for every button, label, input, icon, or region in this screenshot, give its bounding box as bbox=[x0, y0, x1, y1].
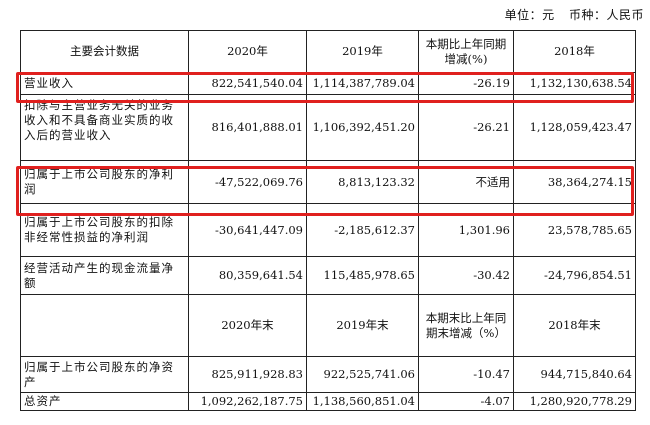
cell-2019: 1,114,387,789.04 bbox=[306, 72, 419, 95]
cell-2020: -47,522,069.76 bbox=[188, 160, 307, 204]
table-row: 总资产 1,092,262,187.75 1,138,560,851.04 -4… bbox=[20, 392, 636, 411]
cell-2018-end: 1,280,920,778.29 bbox=[513, 392, 636, 411]
table-row: 归属于上市公司股东的净利润 -47,522,069.76 8,813,123.3… bbox=[20, 160, 636, 204]
cell-2020-end: 1,092,262,187.75 bbox=[188, 392, 307, 411]
cell-2019: 115,485,978.65 bbox=[306, 256, 419, 295]
cell-2020: -30,641,447.09 bbox=[188, 203, 307, 257]
row-label: 归属于上市公司股东的净利润 bbox=[20, 160, 189, 204]
cell-change: -10.47 bbox=[418, 356, 514, 393]
cell-change: -26.19 bbox=[418, 72, 514, 95]
header-cell-item: 主要会计数据 bbox=[20, 30, 189, 73]
row-label: 归属于上市公司股东的扣除非经常性损益的净利润 bbox=[20, 203, 189, 257]
cell-2018-end: 944,715,840.64 bbox=[513, 356, 636, 393]
cell-2018: 1,128,059,423.47 bbox=[513, 94, 636, 161]
cell-2019: 8,813,123.32 bbox=[306, 160, 419, 204]
cell-change: -4.07 bbox=[418, 392, 514, 411]
table-row: 营业收入 822,541,540.04 1,114,387,789.04 -26… bbox=[20, 72, 636, 95]
cell-2019: 1,106,392,451.20 bbox=[306, 94, 419, 161]
subheader-cell-2018-end: 2018年末 bbox=[513, 294, 636, 357]
cell-2020: 816,401,888.01 bbox=[188, 94, 307, 161]
cell-2018: 1,132,130,638.54 bbox=[513, 72, 636, 95]
row-label: 经营活动产生的现金流量净额 bbox=[20, 256, 189, 295]
cell-2019: -2,185,612.37 bbox=[306, 203, 419, 257]
row-label: 归属于上市公司股东的净资产 bbox=[20, 356, 189, 393]
cell-2019-end: 1,138,560,851.04 bbox=[306, 392, 419, 411]
cell-2020: 80,359,641.54 bbox=[188, 256, 307, 295]
table-row: 归属于上市公司股东的扣除非经常性损益的净利润 -30,641,447.09 -2… bbox=[20, 203, 636, 257]
cell-2019-end: 922,525,741.06 bbox=[306, 356, 419, 393]
financial-data-table: 主要会计数据 2020年 2019年 本期比上年同期增减(%) 2018年 营业… bbox=[20, 30, 636, 411]
table-row: 归属于上市公司股东的净资产 825,911,928.83 922,525,741… bbox=[20, 356, 636, 393]
header-cell-2018: 2018年 bbox=[513, 30, 636, 73]
cell-2020-end: 825,911,928.83 bbox=[188, 356, 307, 393]
table-row: 经营活动产生的现金流量净额 80,359,641.54 115,485,978.… bbox=[20, 256, 636, 295]
cell-2018: -24,796,854.51 bbox=[513, 256, 636, 295]
cell-2018: 23,578,785.65 bbox=[513, 203, 636, 257]
header-cell-2019: 2019年 bbox=[306, 30, 419, 73]
cell-change: 不适用 bbox=[418, 160, 514, 204]
subheader-cell-2019-end: 2019年末 bbox=[306, 294, 419, 357]
unit-currency-line: 单位：元 币种：人民币 bbox=[495, 6, 644, 23]
subheader-cell-change: 本期末比上年同期末增减（%） bbox=[418, 294, 514, 357]
row-label: 总资产 bbox=[20, 392, 189, 411]
table-header-row: 主要会计数据 2020年 2019年 本期比上年同期增减(%) 2018年 bbox=[20, 30, 636, 73]
subheader-cell-empty bbox=[20, 294, 189, 357]
subheader-cell-2020-end: 2020年末 bbox=[188, 294, 307, 357]
header-cell-change: 本期比上年同期增减(%) bbox=[418, 30, 514, 73]
row-label: 扣除与主营业务无关的业务收入和不具备商业实质的收入后的营业收入 bbox=[24, 97, 174, 142]
header-cell-2020: 2020年 bbox=[188, 30, 307, 73]
cell-change: -30.42 bbox=[418, 256, 514, 295]
cell-2018: 38,364,274.15 bbox=[513, 160, 636, 204]
unit-label: 单位：元 bbox=[504, 8, 555, 22]
table-row: 扣除与主营业务无关的业务收入和不具备商业实质的收入后的营业收入 816,401,… bbox=[20, 94, 636, 161]
cell-change: 1,301.96 bbox=[418, 203, 514, 257]
cell-2020: 822,541,540.04 bbox=[188, 72, 307, 95]
table-subheader-row: 2020年末 2019年末 本期末比上年同期末增减（%） 2018年末 bbox=[20, 294, 636, 357]
cell-change: -26.21 bbox=[418, 94, 514, 161]
currency-label: 币种：人民币 bbox=[568, 8, 644, 22]
row-label: 营业收入 bbox=[20, 72, 189, 95]
